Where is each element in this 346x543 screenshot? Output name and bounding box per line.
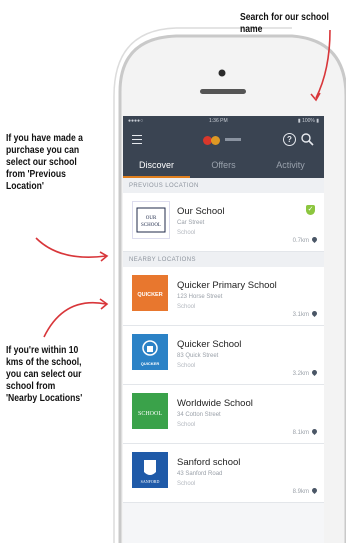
search-icon[interactable]	[301, 133, 314, 146]
location-name: Our School	[177, 206, 225, 217]
list-item[interactable]: SCHOOL Worldwide School 34 Cotton Street…	[123, 385, 324, 444]
verified-icon: ✓	[306, 205, 315, 215]
location-distance: 3.2km	[292, 371, 309, 377]
annotation-line: kms of the school,	[6, 357, 82, 368]
location-name: Quicker School	[177, 339, 242, 350]
brand-logo-icon	[211, 136, 220, 145]
annotation-line: school from	[6, 381, 56, 392]
nav-bar: ?	[123, 127, 324, 154]
location-pin-icon	[310, 235, 319, 244]
location-distance: 0.7km	[292, 238, 309, 244]
annotation-line: If you're within 10	[6, 345, 79, 356]
list-item[interactable]: QUICKER Quicker Primary School 123 Horse…	[123, 267, 324, 326]
previous-annotation: If you have made a purchase you can sele…	[6, 133, 83, 193]
location-pin-icon	[310, 309, 319, 318]
tab-bar: Discover Offers Activity	[123, 154, 324, 178]
svg-text:QUICKER: QUICKER	[141, 361, 160, 366]
school-logo: QUICKER	[132, 275, 168, 311]
nearby-annotation: If you're within 10 kms of the school, y…	[6, 345, 82, 405]
svg-text:SCHOOL: SCHOOL	[141, 223, 161, 228]
school-logo: SANFORD	[132, 452, 168, 488]
nearby-locations-heading: NEARBY LOCATIONS	[123, 252, 324, 267]
annotation-line: purchase you can	[6, 145, 80, 156]
speaker-grille	[200, 89, 246, 94]
location-pin-icon	[310, 427, 319, 436]
school-logo: SCHOOL	[132, 393, 168, 429]
annotation-line: If you have made a	[6, 133, 83, 144]
location-distance: 8.9km	[292, 489, 309, 495]
school-logo: QUICKER	[132, 334, 168, 370]
location-type: School	[177, 481, 196, 487]
location-name: Worldwide School	[177, 398, 253, 409]
menu-icon[interactable]	[132, 135, 142, 147]
previous-location-heading: PREVIOUS LOCATION	[123, 178, 324, 193]
help-icon[interactable]: ?	[283, 133, 296, 146]
annotation-line: you can select our	[6, 369, 82, 380]
location-address: 34 Cotton Street	[177, 412, 221, 418]
list-item[interactable]: OUR SCHOOL Our School Car Street School …	[123, 193, 324, 252]
location-name: Sanford school	[177, 457, 241, 468]
search-annotation: Search for our school name	[240, 12, 329, 35]
tab-activity[interactable]: Activity	[257, 154, 324, 178]
battery-indicator: ▮ 100% ▮	[297, 118, 319, 124]
location-distance: 8.1km	[292, 430, 309, 436]
location-distance: 3.1km	[292, 312, 309, 318]
location-address: 83 Quick Street	[177, 353, 219, 359]
previous-arrow	[35, 237, 107, 258]
location-pin-icon	[310, 486, 319, 495]
status-time: 1:36 PM	[209, 118, 228, 124]
brand-wordmark	[225, 138, 241, 141]
annotation-line: Location'	[6, 181, 44, 192]
list-item[interactable]: QUICKER Quicker School 83 Quick Street S…	[123, 326, 324, 385]
location-type: School	[177, 363, 196, 369]
status-bar: ●●●●○ 1:36 PM ▮ 100% ▮	[123, 116, 324, 127]
location-address: Car Street	[177, 220, 205, 226]
tab-discover[interactable]: Discover	[123, 154, 190, 178]
location-pin-icon	[310, 368, 319, 377]
svg-text:SANFORD: SANFORD	[141, 479, 160, 484]
camera-icon	[218, 69, 226, 77]
nearby-arrow	[43, 301, 107, 338]
location-type: School	[177, 304, 196, 310]
svg-text:OUR: OUR	[146, 216, 157, 221]
svg-text:QUICKER: QUICKER	[137, 292, 162, 298]
annotation-line: select our school	[6, 157, 77, 168]
svg-text:SCHOOL: SCHOOL	[138, 411, 162, 417]
carrier-signal: ●●●●○	[128, 118, 144, 124]
location-type: School	[177, 422, 196, 428]
location-type: School	[177, 230, 196, 236]
location-address: 43 Sanford Road	[177, 471, 223, 477]
tab-offers[interactable]: Offers	[190, 154, 257, 178]
annotation-line: 'Nearby Locations'	[6, 393, 83, 404]
location-name: Quicker Primary School	[177, 280, 277, 291]
school-logo: OUR SCHOOL	[132, 201, 170, 239]
list-item[interactable]: SANFORD Sanford school 43 Sanford Road S…	[123, 444, 324, 503]
annotation-line: from 'Previous	[6, 169, 66, 180]
location-address: 123 Horse Street	[177, 294, 223, 300]
app-screen: ●●●●○ 1:36 PM ▮ 100% ▮ ? Discover Offers…	[123, 116, 324, 543]
